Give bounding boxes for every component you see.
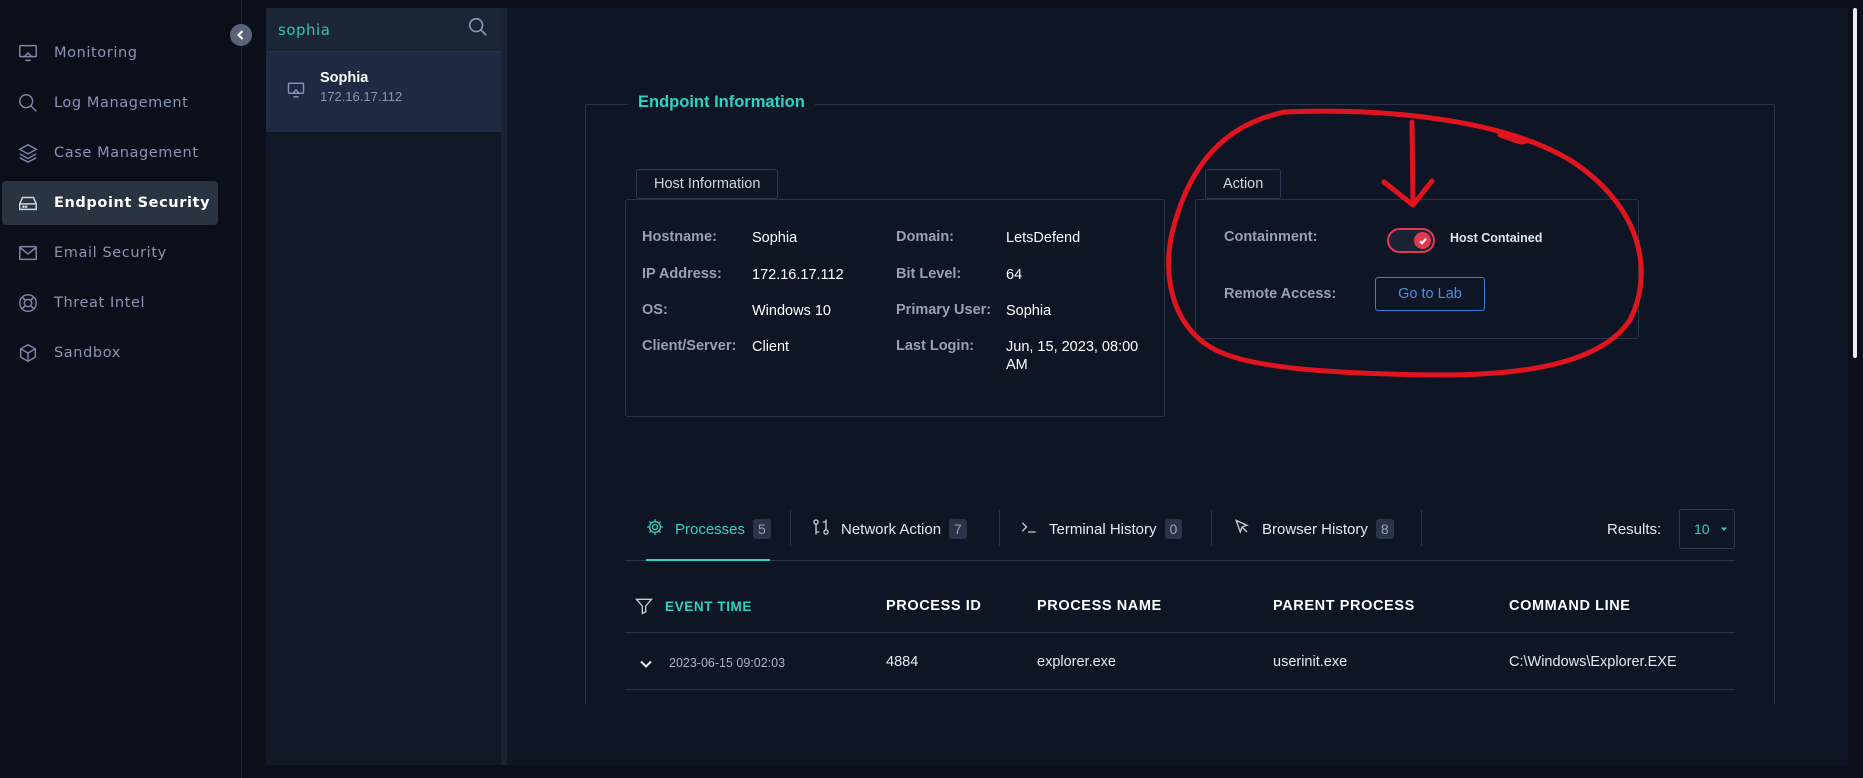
- column-header-process-name[interactable]: PROCESS NAME: [1037, 598, 1162, 614]
- cursor-icon: [1232, 517, 1252, 542]
- nav-label: Endpoint Security: [54, 195, 211, 211]
- action-tab: Action: [1205, 169, 1282, 199]
- tab-browser-history[interactable]: Browser History 8: [1232, 512, 1394, 546]
- box-icon: [16, 341, 40, 365]
- remote-access-label: Remote Access:: [1224, 286, 1337, 302]
- bit-level-label: Bit Level:: [896, 266, 962, 282]
- host-list-panel: sophia Sophia 172.16.17.112: [266, 8, 501, 765]
- action-box: [1195, 199, 1639, 339]
- monitor-icon: [286, 70, 306, 105]
- nav-item-sandbox[interactable]: Sandbox: [2, 331, 218, 375]
- cell-event-time: 2023-06-15 09:02:03: [669, 656, 786, 670]
- search-icon: [16, 91, 40, 115]
- domain-label: Domain:: [896, 229, 954, 245]
- monitor-icon: [16, 41, 40, 65]
- host-information-tab: Host Information: [636, 169, 779, 199]
- nav-item-endpoint-security[interactable]: Endpoint Security: [2, 181, 218, 225]
- sidebar-nav: Monitoring Log Management Case Managemen…: [0, 0, 242, 778]
- terminal-icon: [1019, 517, 1039, 542]
- nav-label: Log Management: [54, 95, 189, 111]
- collapse-sidebar-button[interactable]: [230, 24, 252, 46]
- tab-label: Terminal History: [1049, 520, 1157, 538]
- hostname-label: Hostname:: [642, 229, 717, 245]
- column-header-parent-process[interactable]: PARENT PROCESS: [1273, 598, 1415, 614]
- hard-drive-icon: [16, 191, 40, 215]
- domain-value: LetsDefend: [1006, 230, 1081, 246]
- results-per-page-select[interactable]: 10: [1679, 509, 1735, 549]
- git-compare-icon: [811, 517, 831, 542]
- ip-address-label: IP Address:: [642, 266, 722, 282]
- client-server-label: Client/Server:: [642, 338, 737, 354]
- host-name: Sophia: [320, 70, 369, 86]
- lifebuoy-icon: [16, 291, 40, 315]
- mail-icon: [16, 241, 40, 265]
- tab-count-badge: 8: [1375, 519, 1394, 539]
- nav-label: Email Security: [54, 245, 167, 261]
- cell-command-line: C:\Windows\Explorer.EXE: [1509, 654, 1677, 670]
- results-value: 10: [1694, 521, 1710, 537]
- containment-toggle[interactable]: [1387, 228, 1435, 253]
- containment-status: Host Contained: [1450, 231, 1543, 245]
- host-search-input[interactable]: sophia: [278, 21, 467, 39]
- nav-label: Sandbox: [54, 345, 121, 361]
- tab-label: Browser History: [1262, 520, 1368, 538]
- tab-separator: [790, 510, 791, 546]
- cell-parent-process: userinit.exe: [1273, 654, 1348, 670]
- tab-baseline: [625, 560, 1735, 561]
- host-list-item[interactable]: Sophia 172.16.17.112: [266, 52, 501, 132]
- go-to-lab-button[interactable]: Go to Lab: [1375, 277, 1485, 311]
- containment-label: Containment:: [1224, 229, 1318, 245]
- ip-address-value: 172.16.17.112: [752, 267, 844, 283]
- active-tab-indicator: [646, 559, 770, 561]
- bit-level-value: 64: [1006, 267, 1023, 283]
- nav-label: Threat Intel: [54, 295, 146, 311]
- layers-icon: [16, 141, 40, 165]
- nav-label: Monitoring: [54, 45, 138, 61]
- nav-label: Case Management: [54, 145, 199, 161]
- primary-user-label: Primary User:: [896, 302, 992, 318]
- check-icon: [1414, 232, 1431, 249]
- primary-user-value: Sophia: [1006, 303, 1052, 319]
- nav-item-case-management[interactable]: Case Management: [2, 131, 218, 175]
- client-server-value: Client: [752, 339, 790, 355]
- last-login-label: Last Login:: [896, 338, 975, 354]
- tab-separator: [999, 510, 1000, 546]
- os-value: Windows 10: [752, 303, 831, 319]
- nav-item-log-management[interactable]: Log Management: [2, 81, 218, 125]
- tab-label: Network Action: [841, 520, 942, 538]
- tab-count-badge: 0: [1164, 519, 1183, 539]
- nav-item-monitoring[interactable]: Monitoring: [2, 31, 218, 75]
- host-search-box[interactable]: sophia: [266, 8, 501, 52]
- section-title: Endpoint Information: [628, 93, 815, 112]
- os-label: OS:: [642, 302, 668, 318]
- host-ip: 172.16.17.112: [320, 89, 403, 104]
- gear-icon: [645, 517, 665, 542]
- chevron-left-icon: [236, 30, 244, 40]
- tab-network-action[interactable]: Network Action 7: [811, 512, 967, 546]
- nav-item-threat-intel[interactable]: Threat Intel: [2, 281, 218, 325]
- tab-count-badge: 5: [753, 519, 771, 539]
- cell-process-name: explorer.exe: [1037, 654, 1116, 670]
- tab-label: Processes: [675, 520, 746, 538]
- last-login-value-line1: Jun, 15, 2023, 08:00: [1006, 339, 1139, 355]
- table-row-divider: [625, 689, 1735, 690]
- tab-count-badge: 7: [949, 519, 967, 539]
- tab-processes[interactable]: Processes 5: [645, 512, 771, 546]
- nav-item-email-security[interactable]: Email Security: [2, 231, 218, 275]
- caret-down-icon: [1720, 527, 1727, 531]
- column-header-command-line[interactable]: COMMAND LINE: [1509, 598, 1631, 614]
- column-header-process-id[interactable]: PROCESS ID: [886, 598, 981, 614]
- search-icon[interactable]: [467, 16, 489, 43]
- tab-separator: [1421, 510, 1422, 546]
- last-login-value-line2: AM: [1006, 357, 1028, 373]
- scrollbar-thumb[interactable]: [1853, 8, 1857, 358]
- column-header-event-time[interactable]: EVENT TIME: [665, 599, 752, 614]
- hostname-value: Sophia: [752, 230, 798, 246]
- tab-separator: [1211, 510, 1212, 546]
- tab-terminal-history[interactable]: Terminal History 0: [1019, 512, 1183, 546]
- cell-process-id: 4884: [886, 654, 919, 670]
- table-header-divider: [625, 632, 1735, 633]
- results-label: Results:: [1607, 521, 1662, 538]
